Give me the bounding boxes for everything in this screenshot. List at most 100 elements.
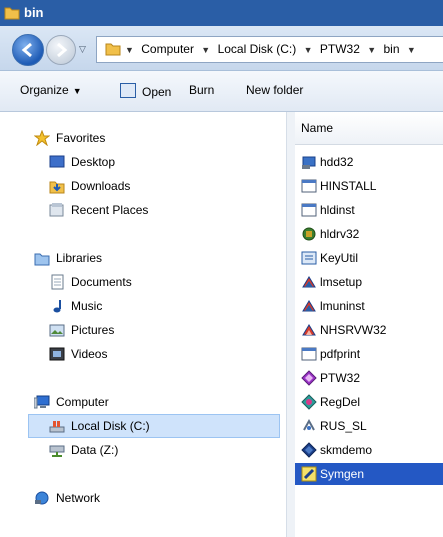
libraries-icon — [34, 253, 50, 266]
recent-places-icon — [49, 203, 64, 217]
forward-button[interactable] — [46, 35, 76, 65]
file-name: lmsetup — [320, 275, 363, 289]
nav-music[interactable]: Music — [49, 295, 249, 317]
nav-network-label: Network — [56, 491, 101, 505]
chevron-right-icon[interactable]: ▼ — [367, 45, 376, 55]
navigation-pane: Favorites Desktop Downloads Recent Place… — [0, 112, 285, 537]
network-icon — [35, 491, 49, 505]
breadcrumb-ptw32[interactable]: PTW32 — [320, 42, 360, 56]
nav-local-disk[interactable]: Local Disk (C:) — [28, 414, 280, 438]
breadcrumb-bin[interactable]: bin — [383, 42, 399, 56]
file-item-regdel[interactable]: RegDel — [295, 391, 443, 413]
file-item-keyutil[interactable]: KeyUtil — [295, 247, 443, 269]
open-button[interactable]: Open — [120, 83, 171, 99]
nav-network[interactable]: Network — [34, 487, 234, 509]
file-name: KeyUtil — [320, 251, 359, 265]
file-name: Symgen — [320, 467, 365, 481]
network-drive-icon — [49, 445, 65, 457]
breadcrumb: ▼ Computer ▼ Local Disk (C:) ▼ PTW32 ▼ b… — [125, 42, 420, 56]
forward-arrow-icon — [57, 42, 68, 58]
symgen-app-icon — [301, 466, 317, 482]
chevron-right-icon[interactable]: ▼ — [304, 45, 313, 55]
regdel-app-icon — [301, 394, 317, 410]
column-header-name[interactable]: Name — [295, 112, 443, 145]
file-name: hldrv32 — [320, 227, 360, 241]
open-label: Open — [142, 85, 172, 99]
back-button[interactable] — [12, 34, 44, 66]
recent-pages-dropdown-icon[interactable]: ▽ — [79, 44, 89, 54]
file-item-lmsetup[interactable]: lmsetup — [295, 271, 443, 293]
breadcrumb-computer[interactable]: Computer — [141, 42, 194, 56]
keyutil-app-icon — [301, 251, 317, 265]
window-title: bin — [24, 5, 44, 20]
rus-sl-app-icon — [303, 418, 315, 431]
nav-computer[interactable]: Computer — [34, 391, 234, 413]
file-item-ptw32[interactable]: PTW32 — [295, 367, 443, 389]
nav-desktop-label: Desktop — [71, 155, 116, 169]
nav-downloads[interactable]: Downloads — [49, 175, 249, 197]
file-item-lmuninst[interactable]: lmuninst — [295, 295, 443, 317]
file-item-hldrv32[interactable]: hldrv32 — [295, 223, 443, 245]
file-name: hldinst — [320, 203, 355, 217]
hdd32-app-icon — [302, 156, 316, 169]
file-name: skmdemo — [320, 443, 373, 457]
nav-music-label: Music — [71, 299, 103, 313]
file-name: RegDel — [320, 395, 361, 409]
application-window-icon — [301, 203, 317, 217]
new-folder-button[interactable]: New folder — [246, 83, 303, 97]
chevron-down-icon: ▼ — [72, 86, 82, 96]
nav-favorites[interactable]: Favorites — [34, 127, 234, 149]
file-name: hdd32 — [320, 155, 354, 169]
nav-pictures-label: Pictures — [71, 323, 115, 337]
burn-button[interactable]: Burn — [189, 83, 214, 97]
pictures-icon — [49, 324, 65, 337]
nav-desktop[interactable]: Desktop — [49, 151, 249, 173]
chevron-right-icon[interactable]: ▼ — [201, 45, 210, 55]
lmuninst-app-icon — [302, 300, 316, 312]
videos-icon — [49, 347, 65, 361]
skmdemo-app-icon — [301, 442, 317, 458]
address-bar[interactable]: ▼ Computer ▼ Local Disk (C:) ▼ PTW32 ▼ b… — [96, 36, 443, 63]
file-item-nhsrvw32[interactable]: NHSRVW32 — [295, 319, 443, 341]
organize-button[interactable]: Organize ▼ — [20, 83, 82, 97]
chevron-right-icon[interactable]: ▼ — [125, 45, 134, 55]
file-item-hdd32[interactable]: hdd32 — [295, 151, 443, 173]
file-item-hldinst[interactable]: hldinst — [295, 199, 443, 221]
music-note-icon — [53, 300, 61, 313]
file-list: Name hdd32 HINSTALL hldinst hldrv32 KeyU… — [295, 112, 443, 537]
local-disk-icon — [49, 421, 65, 433]
open-icon — [120, 83, 136, 98]
nav-local-disk-label: Local Disk (C:) — [71, 419, 150, 433]
lmsetup-app-icon — [302, 276, 316, 288]
file-item-hinstall[interactable]: HINSTALL — [295, 175, 443, 197]
nav-data-z[interactable]: Data (Z:) — [49, 439, 249, 461]
breadcrumb-local-disk[interactable]: Local Disk (C:) — [218, 42, 297, 56]
nav-documents-label: Documents — [71, 275, 132, 289]
file-item-symgen[interactable]: Symgen — [295, 463, 443, 485]
nhsrvw32-app-icon — [302, 324, 316, 336]
title-bar: bin — [0, 0, 443, 26]
application-window-icon — [301, 179, 317, 193]
burn-label: Burn — [189, 83, 215, 97]
column-header-label: Name — [301, 121, 334, 135]
nav-videos[interactable]: Videos — [49, 343, 249, 365]
file-name: HINSTALL — [320, 179, 377, 193]
ptw32-app-icon — [301, 370, 317, 386]
nav-libraries-label: Libraries — [56, 251, 103, 265]
file-name: NHSRVW32 — [320, 323, 387, 337]
file-item-skmdemo[interactable]: skmdemo — [295, 439, 443, 461]
file-item-rus-sl[interactable]: RUS_SL — [295, 415, 443, 437]
file-item-pdfprint[interactable]: pdfprint — [295, 343, 443, 365]
nav-recent-places[interactable]: Recent Places — [49, 199, 249, 221]
downloads-folder-icon — [49, 181, 65, 194]
application-window-icon — [301, 347, 317, 361]
nav-documents[interactable]: Documents — [49, 271, 249, 293]
nav-libraries[interactable]: Libraries — [34, 247, 234, 269]
computer-icon — [34, 395, 50, 409]
chevron-right-icon[interactable]: ▼ — [407, 45, 416, 55]
pane-splitter[interactable] — [286, 112, 295, 537]
file-name: pdfprint — [320, 347, 361, 361]
nav-pictures[interactable]: Pictures — [49, 319, 249, 341]
folder-icon — [105, 43, 121, 56]
back-arrow-icon — [21, 42, 32, 58]
